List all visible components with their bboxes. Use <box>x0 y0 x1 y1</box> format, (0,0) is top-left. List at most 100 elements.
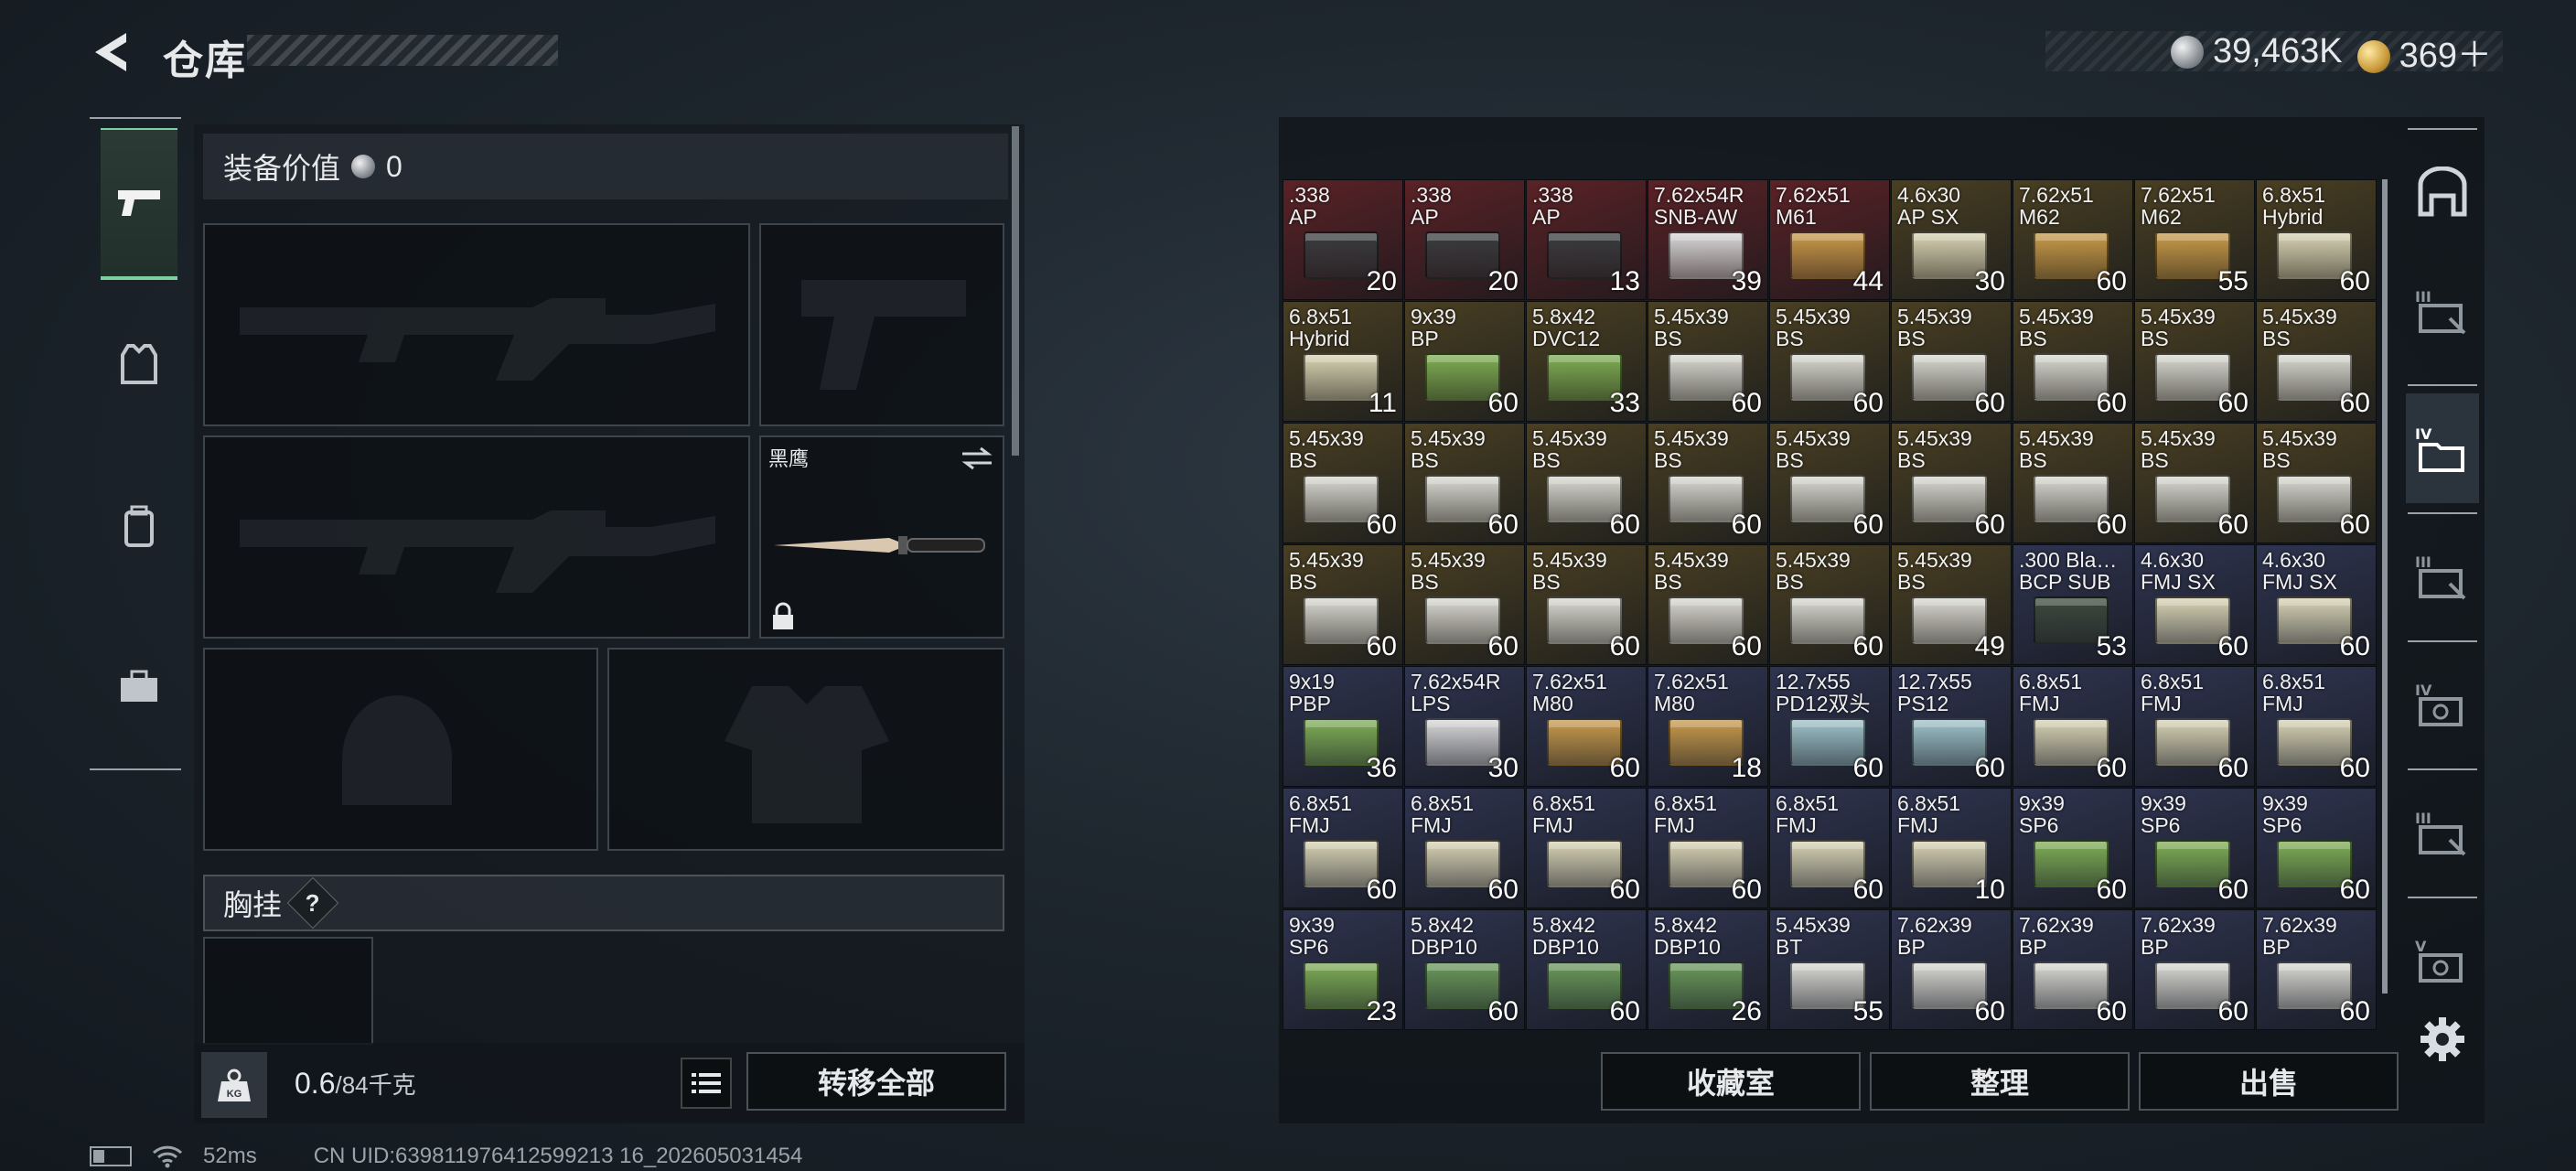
collection-room-button[interactable]: 收藏室 <box>1601 1052 1861 1111</box>
storage-item[interactable]: 5.8x42 DBP10 60 <box>1404 909 1525 1030</box>
storage-item[interactable]: 5.45x39 BS 60 <box>1891 301 2012 422</box>
item-name: 7.62x51 M80 <box>1654 670 1729 715</box>
storage-item[interactable]: 4.6x30 FMJ SX 60 <box>2134 544 2255 665</box>
storage-item[interactable]: 5.45x39 BS 60 <box>2134 301 2255 422</box>
storage-item[interactable]: 6.8x51 FMJ 10 <box>1891 788 2012 908</box>
storage-item[interactable]: 5.45x39 BS 60 <box>1526 423 1647 543</box>
storage-item[interactable]: .300 Bla… BCP SUB 53 <box>2012 544 2133 665</box>
storage-item[interactable]: 5.45x39 BS 60 <box>1769 301 1890 422</box>
help-icon[interactable]: ? <box>286 876 339 929</box>
storage-iii-c-icon[interactable]: III <box>2406 778 2479 887</box>
storage-item[interactable]: 7.62x51 M61 44 <box>1769 179 1890 300</box>
secondary-weapon-slot[interactable] <box>203 435 750 639</box>
storage-item[interactable]: 5.45x39 BS 60 <box>2012 301 2133 422</box>
storage-item[interactable]: 7.62x51 M80 60 <box>1526 666 1647 787</box>
storage-item[interactable]: 7.62x54R SNB-AW 39 <box>1648 179 1768 300</box>
storage-item[interactable]: 5.45x39 BT 55 <box>1769 909 1890 1030</box>
tab-backpack[interactable] <box>101 450 177 602</box>
storage-item[interactable]: 9x39 SP6 60 <box>2134 788 2255 908</box>
storage-item[interactable]: 5.45x39 BS 60 <box>1648 301 1768 422</box>
silver-currency[interactable]: 39,463K <box>2171 32 2343 71</box>
storage-item[interactable]: 5.45x39 BS 60 <box>1648 544 1768 665</box>
storage-item[interactable]: 5.45x39 BS 60 <box>1283 544 1403 665</box>
storage-item[interactable]: 12.7x55 PS12 60 <box>1891 666 2012 787</box>
weight-icon-text: KG <box>227 1089 242 1100</box>
storage-iii-b-icon[interactable]: III <box>2406 521 2479 631</box>
storage-item[interactable]: 9x39 SP6 23 <box>1283 909 1403 1030</box>
storage-item[interactable]: 5.45x39 BS 60 <box>1283 423 1403 543</box>
storage-item[interactable]: 7.62x54R LPS 30 <box>1404 666 1525 787</box>
storage-item[interactable]: 12.7x55 PD12双头 60 <box>1769 666 1890 787</box>
melee-slot[interactable]: 黑鹰 <box>759 435 1004 639</box>
back-button[interactable] <box>88 27 137 77</box>
storage-item[interactable]: 5.45x39 BS 60 <box>1526 544 1647 665</box>
storage-item[interactable]: 4.6x30 AP SX 30 <box>1891 179 2012 300</box>
storage-iv-icon[interactable]: IV <box>2406 650 2479 759</box>
storage-item[interactable]: .338 AP 20 <box>1283 179 1403 300</box>
armory-icon[interactable] <box>2406 137 2479 247</box>
storage-item[interactable]: 5.45x39 BS 60 <box>2256 423 2377 543</box>
storage-item[interactable]: 6.8x51 FMJ 60 <box>2134 666 2255 787</box>
settings-gear-icon[interactable] <box>2406 1003 2479 1076</box>
sell-button[interactable]: 出售 <box>2139 1052 2399 1111</box>
storage-item[interactable]: 6.8x51 FMJ 60 <box>1526 788 1647 908</box>
storage-item[interactable]: 6.8x51 FMJ 60 <box>1283 788 1403 908</box>
storage-item[interactable]: 5.8x42 DBP10 26 <box>1648 909 1768 1030</box>
sort-button[interactable]: 整理 <box>1870 1052 2130 1111</box>
transfer-all-button[interactable]: 转移全部 <box>746 1052 1006 1111</box>
rail-divider <box>2408 640 2477 642</box>
storage-item[interactable]: 5.8x42 DBP10 60 <box>1526 909 1647 1030</box>
storage-item[interactable]: 9x39 SP6 60 <box>2256 788 2377 908</box>
tab-case[interactable] <box>101 611 177 763</box>
storage-item[interactable]: 5.45x39 BS 60 <box>2012 423 2133 543</box>
storage-item[interactable]: 7.62x39 BP 60 <box>1891 909 2012 1030</box>
helmet-slot[interactable] <box>203 648 598 851</box>
storage-item[interactable]: 7.62x39 BP 60 <box>2134 909 2255 1030</box>
storage-item[interactable]: 5.45x39 BS 60 <box>1648 423 1768 543</box>
storage-item[interactable]: 5.45x39 BS 60 <box>1404 544 1525 665</box>
storage-iii-icon[interactable]: III <box>2406 256 2479 366</box>
storage-item[interactable]: 5.45x39 BS 49 <box>1891 544 2012 665</box>
storage-item[interactable]: 9x39 BP 60 <box>1404 301 1525 422</box>
item-quantity: 60 <box>1366 510 1397 540</box>
loadout-scrollbar[interactable] <box>1012 126 1019 456</box>
storage-item[interactable]: 5.45x39 BS 60 <box>1404 423 1525 543</box>
list-view-button[interactable] <box>681 1058 732 1109</box>
storage-item[interactable]: 5.45x39 BS 60 <box>2256 301 2377 422</box>
tab-armor[interactable] <box>101 289 177 441</box>
storage-item[interactable]: 6.8x51 FMJ 60 <box>1648 788 1768 908</box>
storage-item[interactable]: 6.8x51 FMJ 60 <box>1769 788 1890 908</box>
storage-item[interactable]: 7.62x51 M62 60 <box>2012 179 2133 300</box>
storage-item[interactable]: 5.45x39 BS 60 <box>1891 423 2012 543</box>
storage-item[interactable]: 6.8x51 FMJ 60 <box>1404 788 1525 908</box>
storage-item[interactable]: .338 AP 20 <box>1404 179 1525 300</box>
storage-item[interactable]: 6.8x51 Hybrid 11 <box>1283 301 1403 422</box>
storage-item[interactable]: 7.62x51 M80 18 <box>1648 666 1768 787</box>
storage-item[interactable]: 7.62x39 BP 60 <box>2256 909 2377 1030</box>
chest-rig-slot[interactable] <box>203 937 373 1045</box>
storage-item[interactable]: 7.62x51 M62 55 <box>2134 179 2255 300</box>
storage-item[interactable]: 4.6x30 FMJ SX 60 <box>2256 544 2377 665</box>
pistol-slot[interactable] <box>759 223 1004 426</box>
swap-icon[interactable] <box>959 445 995 472</box>
storage-item[interactable]: 6.8x51 FMJ 60 <box>2012 666 2133 787</box>
storage-item[interactable]: 5.45x39 BS 60 <box>1769 423 1890 543</box>
item-name: .338 AP <box>1411 183 1452 229</box>
storage-item[interactable]: .338 AP 13 <box>1526 179 1647 300</box>
storage-v-icon[interactable]: V <box>2406 906 2479 1015</box>
tab-weapons[interactable] <box>101 128 177 280</box>
storage-item[interactable]: 5.45x39 BS 60 <box>2134 423 2255 543</box>
storage-iv-folder-icon[interactable]: IV <box>2406 393 2479 503</box>
gold-currency[interactable]: 369＋ <box>2356 27 2492 77</box>
storage-item[interactable]: 5.8x42 DVC12 33 <box>1526 301 1647 422</box>
storage-item[interactable]: 9x19 PBP 36 <box>1283 666 1403 787</box>
item-name: 6.8x51 FMJ <box>1411 791 1475 837</box>
storage-scrollbar[interactable] <box>2382 179 2388 994</box>
storage-item[interactable]: 9x39 SP6 60 <box>2012 788 2133 908</box>
storage-item[interactable]: 5.45x39 BS 60 <box>1769 544 1890 665</box>
storage-item[interactable]: 6.8x51 Hybrid 60 <box>2256 179 2377 300</box>
body-armor-slot[interactable] <box>607 648 1004 851</box>
storage-item[interactable]: 7.62x39 BP 60 <box>2012 909 2133 1030</box>
primary-weapon-slot[interactable] <box>203 223 750 426</box>
storage-item[interactable]: 6.8x51 FMJ 60 <box>2256 666 2377 787</box>
